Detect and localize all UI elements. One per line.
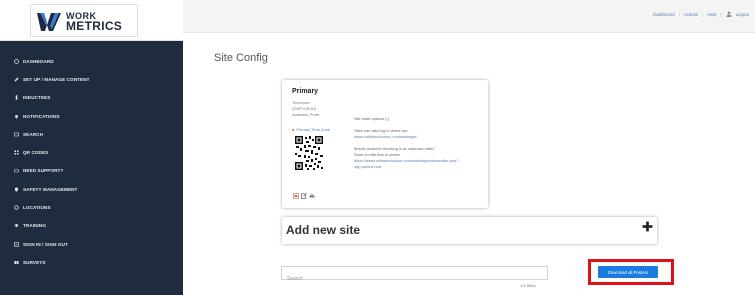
shield-icon [14, 187, 19, 192]
primary-time-zone-label: Primary Time Zone [296, 127, 331, 132]
add-new-site-label: Add new site [286, 223, 361, 237]
sidebar-item-label: SET UP / MANAGE CONTENT [23, 76, 90, 82]
sidebar-item-setup[interactable]: SET UP / MANAGE CONTENT [0, 70, 183, 88]
sidebar-item-label: DASHBOARD [23, 58, 54, 64]
star-icon: ● [292, 127, 295, 132]
sidebar-item-label: SIGN IN / SIGN OUT [23, 241, 68, 247]
sidebar-nav: DASHBOARD SET UP / MANAGE CONTENT INDUCT… [0, 52, 183, 272]
survey-icon [14, 260, 19, 265]
qr-icon [14, 150, 19, 155]
sidebar-item-label: INDUCTEES [23, 95, 51, 101]
logo-area: WORK METRICS [0, 0, 183, 41]
plus-icon[interactable] [642, 221, 653, 232]
divider: | [702, 11, 704, 17]
add-new-site-card[interactable]: Add new site [282, 217, 657, 244]
primary-time-zone[interactable]: ● Primary Time Zone [292, 127, 330, 132]
direct-login-link[interactable]: www.onlineinduction.com/worksign/ [354, 134, 484, 140]
sidebar-item-sign-in-out[interactable]: SIGN IN / SIGN OUT [0, 235, 183, 253]
print-icon[interactable] [309, 193, 315, 199]
download-all-posters-button[interactable]: Download all Posters [598, 266, 658, 278]
sidebar-item-safety-management[interactable]: SAFETY MANAGEMENT [0, 180, 183, 198]
search-box [281, 266, 548, 285]
search-icon [14, 132, 19, 137]
sidebar-item-label: NOTIFICATIONS [23, 113, 60, 119]
edit-icon[interactable] [301, 193, 307, 199]
logo-text-metrics: METRICS [66, 18, 123, 33]
sidebar-item-locations[interactable]: LOCATIONS [0, 198, 183, 216]
help-icon [14, 168, 19, 173]
sidebar-item-qr-codes[interactable]: QR CODES [0, 143, 183, 161]
sidebar-item-inductees[interactable]: INDUCTEES [0, 89, 183, 107]
page-title: Site Config [214, 52, 268, 64]
sidebar-item-need-support[interactable]: NEED SUPPORT? [0, 162, 183, 180]
sidebar-item-surveys[interactable]: SURVEYS [0, 253, 183, 271]
divider: | [720, 11, 722, 17]
sidebar-item-label: LOCATIONS [23, 205, 51, 211]
search-input[interactable] [282, 273, 547, 285]
site-meta-line: Australia, Perth [292, 112, 320, 117]
dashboard-icon [14, 58, 19, 64]
sign-in-icon [14, 241, 19, 247]
top-bar: Dashboard | Actions | Help | Logout [183, 0, 755, 33]
logo[interactable]: WORK METRICS [30, 4, 138, 37]
sidebar-item-label: SAFETY MANAGEMENT [23, 186, 78, 192]
sidebar-item-label: SURVEYS [23, 259, 46, 265]
sidebar-item-label: NEED SUPPORT? [23, 168, 64, 174]
pdf-icon[interactable] [293, 193, 299, 199]
divider: | [678, 11, 680, 17]
site-card: Primary Timezone: (GMT+08:00) Australia,… [282, 80, 488, 208]
sidebar-item-label: QR CODES [23, 150, 49, 156]
sidebar-item-label: TRAINING [23, 223, 47, 229]
sidebar-item-dashboard[interactable]: DASHBOARD [0, 52, 183, 70]
site-options-toggle[interactable]: Site wide options [-] [354, 116, 484, 122]
pencil-icon [14, 77, 19, 82]
actions-link[interactable]: Actions [684, 12, 698, 17]
workmetrics-logo-icon [35, 9, 63, 33]
sidebar-item-training[interactable]: TRAINING [0, 217, 183, 235]
site-tools [293, 193, 317, 199]
user-icon [726, 11, 732, 17]
mobile-workers-link-cont[interactable]: sig=yalnzb-hn8 [354, 164, 484, 170]
logout-link[interactable]: Logout [736, 12, 749, 17]
help-link[interactable]: Help [707, 12, 716, 17]
location-icon [14, 205, 19, 210]
sidebar-item-search[interactable]: SEARCH [0, 125, 183, 143]
site-qr-code[interactable] [294, 135, 324, 171]
person-icon [14, 95, 19, 100]
site-name: Primary [292, 88, 319, 95]
sidebar: WORK METRICS DASHBOARD SET UP / MANAGE C… [0, 0, 183, 295]
site-count: 1/1 Sites [520, 283, 536, 288]
top-links: Dashboard | Actions | Help | Logout [649, 11, 749, 17]
graduation-icon [14, 223, 19, 228]
dashboard-link[interactable]: Dashboard [653, 12, 674, 17]
site-meta: Timezone: (GMT+08:00) Australia, Perth [292, 100, 319, 118]
bell-icon [14, 114, 19, 119]
site-options: Site wide options [-] Sites can also log… [354, 116, 484, 170]
sidebar-item-label: SEARCH [23, 131, 43, 137]
sidebar-item-notifications[interactable]: NOTIFICATIONS [0, 107, 183, 125]
